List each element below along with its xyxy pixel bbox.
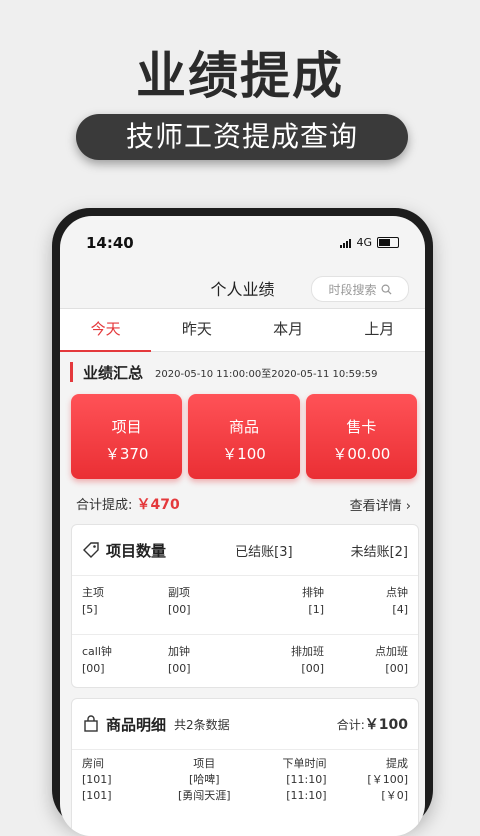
app-screen: 14:40 4G 个人业绩 时段搜索 今天 昨天 本月 上月 业绩汇总 2020…	[60, 216, 425, 836]
card-label: 商品	[228, 418, 259, 436]
shopping-bag-icon	[84, 715, 98, 732]
status-time: 14:40	[86, 234, 134, 252]
goods-total-label: 合计:	[336, 717, 365, 732]
card-card-sales[interactable]: 售卡 ￥00.00	[305, 394, 417, 479]
view-details-link[interactable]: 查看详情 ›	[350, 495, 411, 514]
network-label: 4G	[356, 236, 372, 249]
stat-call: call钟 [00]	[82, 645, 112, 675]
project-stats-row: 主项 [5] 副项 [00] 排钟 [1] 点钟 [4]	[72, 576, 418, 635]
stat-main: 主项 [5]	[82, 586, 104, 616]
unsettled-count: 未结账[2]	[350, 544, 408, 560]
total-row: 合计提成: ￥470 查看详情 ›	[76, 494, 411, 514]
card-value: ￥370	[104, 445, 149, 463]
goods-table: 房间 项目 下单时间 提成 [101] [哈啤] [11:10] [￥100] …	[72, 750, 418, 810]
summary-header: 业绩汇总 2020-05-10 11:00:00至2020-05-11 10:5…	[70, 361, 377, 383]
stat-secondary: 副项 [00]	[168, 586, 191, 616]
project-stats-row: call钟 [00] 加钟 [00] 排加班 [00] 点加班 [00]	[72, 635, 418, 693]
total-label: 合计提成:	[76, 498, 133, 513]
tag-icon	[83, 542, 99, 558]
phone-frame: 14:40 4G 个人业绩 时段搜索 今天 昨天 本月 上月 业绩汇总 2020…	[52, 208, 433, 836]
goods-detail-panel: 商品明细 共2条数据 合计: ￥100 房间 项目 下单时间 提成 [101] …	[71, 698, 419, 836]
goods-total-value: ￥100	[364, 717, 408, 733]
signal-icon	[340, 238, 352, 248]
time-search-button[interactable]: 时段搜索	[311, 276, 409, 302]
tab-last-month[interactable]: 上月	[334, 309, 425, 351]
summary-cards: 项目 ￥370 商品 ￥100 售卡 ￥00.00	[71, 394, 417, 479]
stat-queue: 排钟 [1]	[302, 586, 324, 616]
card-label: 项目	[111, 418, 142, 436]
nav-bar: 个人业绩 时段搜索	[60, 268, 425, 309]
total-amount: ￥470	[136, 497, 180, 513]
summary-range: 2020-05-10 11:00:00至2020-05-11 10:59:59	[155, 368, 378, 380]
stat-extra: 加钟 [00]	[168, 645, 191, 675]
chevron-right-icon: ›	[405, 498, 411, 514]
search-icon	[381, 284, 392, 295]
search-placeholder: 时段搜索	[328, 282, 377, 297]
card-label: 售卡	[346, 418, 377, 436]
goods-count: 共2条数据	[174, 717, 230, 732]
card-project[interactable]: 项目 ￥370	[71, 394, 183, 479]
card-value: ￥100	[222, 445, 266, 463]
promo-subtitle: 技师工资提成查询	[76, 114, 408, 160]
section-marker	[70, 362, 73, 382]
stat-requested: 点钟 [4]	[386, 586, 408, 616]
battery-icon	[377, 237, 399, 248]
project-panel-header: 项目数量 已结账[3] 未结账[2]	[72, 525, 418, 576]
goods-panel-header: 商品明细 共2条数据 合计: ￥100	[72, 699, 418, 750]
table-row[interactable]: [101] [勇闯天涯] [11:10] [￥0]	[82, 788, 408, 804]
period-tabs: 今天 昨天 本月 上月	[60, 309, 425, 352]
tab-today[interactable]: 今天	[60, 309, 152, 352]
tab-this-month[interactable]: 本月	[243, 309, 334, 351]
stat-queue-overtime: 排加班 [00]	[291, 645, 324, 675]
card-goods[interactable]: 商品 ￥100	[188, 394, 300, 479]
view-details-label: 查看详情	[349, 498, 402, 514]
goods-panel-title: 商品明细	[106, 715, 167, 734]
stat-requested-overtime: 点加班 [00]	[375, 645, 408, 675]
summary-title: 业绩汇总	[83, 363, 144, 382]
project-panel-title: 项目数量	[106, 541, 167, 560]
promo-headline: 业绩提成	[136, 47, 344, 105]
tab-yesterday[interactable]: 昨天	[151, 309, 242, 351]
status-bar: 14:40 4G	[60, 234, 425, 254]
card-value: ￥00.00	[332, 445, 391, 463]
settled-count: 已结账[3]	[235, 544, 293, 560]
table-header: 房间 项目 下单时间 提成	[82, 757, 408, 770]
project-count-panel: 项目数量 已结账[3] 未结账[2] 主项 [5] 副项 [00] 排钟 [1] 点钟…	[71, 524, 419, 688]
table-row[interactable]: [101] [哈啤] [11:10] [￥100]	[82, 772, 408, 788]
